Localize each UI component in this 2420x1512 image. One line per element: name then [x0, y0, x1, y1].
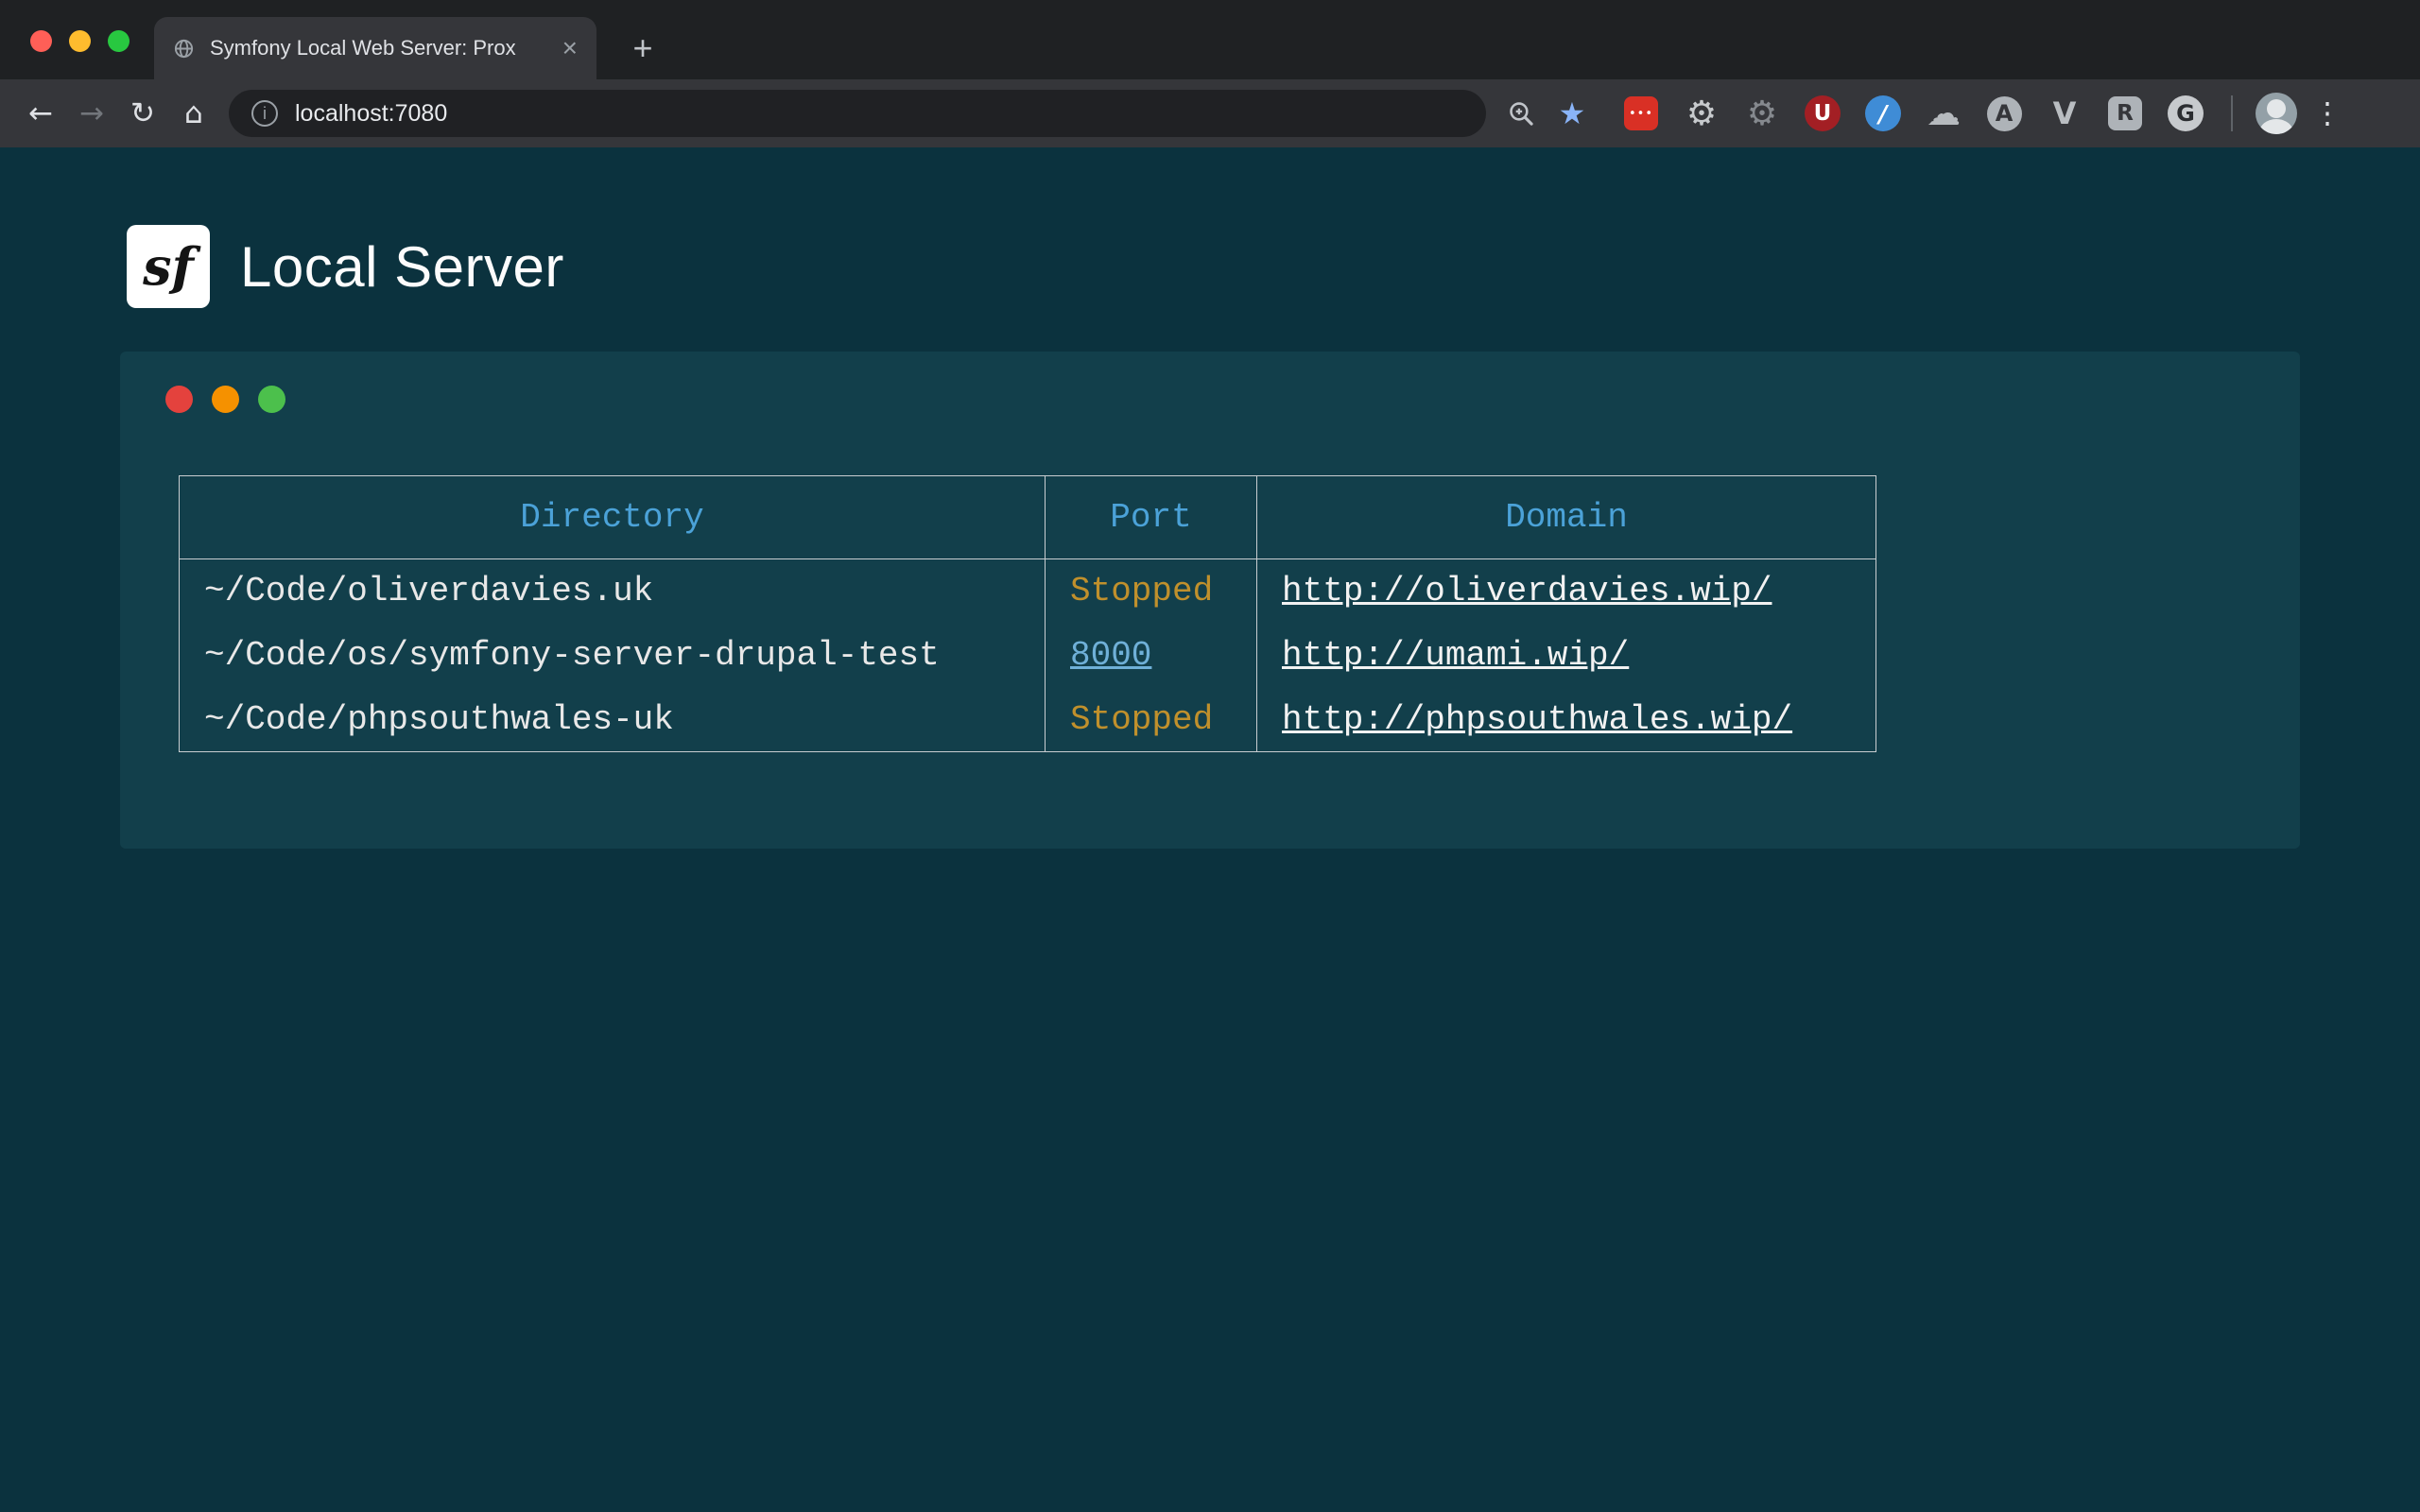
a-badge-extension-icon[interactable]: A: [1983, 93, 2025, 134]
titlebar: Symfony Local Web Server: Prox × +: [0, 0, 2420, 79]
ublock-extension-icon[interactable]: U: [1802, 93, 1843, 134]
domain-cell: http://oliverdavies.wip/: [1257, 559, 1876, 624]
home-button[interactable]: ⌂: [168, 88, 219, 139]
forward-button[interactable]: →: [66, 88, 117, 139]
column-header-domain: Domain: [1257, 476, 1876, 559]
browser-menu-icon[interactable]: ⋮: [2305, 96, 2350, 130]
zoom-icon[interactable]: [1495, 88, 1547, 139]
panel-orange-dot: [212, 386, 239, 413]
domain-link[interactable]: http://umami.wip/: [1282, 636, 1629, 675]
url-text[interactable]: localhost:7080: [295, 100, 447, 128]
browser-window: Symfony Local Web Server: Prox × + ← → ↻…: [0, 0, 2420, 147]
reload-button[interactable]: ↻: [117, 88, 168, 139]
panel-green-dot: [258, 386, 285, 413]
back-button[interactable]: ←: [15, 88, 66, 139]
servers-table: Directory Port Domain ~/Code/oliverdavie…: [179, 475, 1876, 752]
zoom-window-button[interactable]: [108, 30, 130, 52]
port-cell: 8000: [1046, 624, 1257, 688]
blue-circle-extension-icon[interactable]: /: [1862, 93, 1904, 134]
page-title: Local Server: [240, 234, 564, 300]
directory-cell: ~/Code/phpsouthwales-uk: [180, 688, 1046, 752]
table-row: ~/Code/oliverdavies.uk Stopped http://ol…: [180, 559, 1876, 624]
browser-tab[interactable]: Symfony Local Web Server: Prox ×: [154, 17, 596, 79]
bookmark-star-icon[interactable]: ★: [1547, 88, 1598, 139]
table-row: ~/Code/phpsouthwales-uk Stopped http://p…: [180, 688, 1876, 752]
toolbar-divider: [2231, 95, 2233, 131]
table-row: ~/Code/os/symfony-server-drupal-test 800…: [180, 624, 1876, 688]
gear-extension-icon[interactable]: ⚙: [1681, 93, 1722, 134]
brand-header: sf Local Server: [0, 147, 2420, 308]
address-bar[interactable]: i localhost:7080: [229, 90, 1486, 137]
toolbar: ← → ↻ ⌂ i localhost:7080 ★ ••• ⚙ ⚙ U / ☁…: [0, 79, 2420, 147]
tab-favicon-globe-icon: [173, 38, 195, 60]
table-header-row: Directory Port Domain: [180, 476, 1876, 559]
v-badge-extension-icon[interactable]: V: [2044, 93, 2085, 134]
github-extension-icon[interactable]: G: [2165, 93, 2206, 134]
new-tab-button[interactable]: +: [619, 25, 666, 72]
directory-cell: ~/Code/oliverdavies.uk: [180, 559, 1046, 624]
port-cell: Stopped: [1046, 559, 1257, 624]
status-badge: Stopped: [1070, 572, 1213, 610]
domain-cell: http://umami.wip/: [1257, 624, 1876, 688]
port-link[interactable]: 8000: [1070, 636, 1151, 675]
symfony-logo: sf: [127, 225, 210, 308]
status-badge: Stopped: [1070, 700, 1213, 739]
panel-traffic-dots: [165, 386, 2300, 413]
page-content: sf Local Server Directory Port Domain ~/…: [0, 147, 2420, 1512]
column-header-port: Port: [1046, 476, 1257, 559]
port-cell: Stopped: [1046, 688, 1257, 752]
panel-red-dot: [165, 386, 193, 413]
dark-gear-extension-icon[interactable]: ⚙: [1741, 93, 1783, 134]
tab-close-icon[interactable]: ×: [562, 35, 578, 61]
column-header-directory: Directory: [180, 476, 1046, 559]
domain-link[interactable]: http://oliverdavies.wip/: [1282, 572, 1772, 610]
server-panel: Directory Port Domain ~/Code/oliverdavie…: [120, 352, 2300, 849]
domain-cell: http://phpsouthwales.wip/: [1257, 688, 1876, 752]
red-dots-extension-icon[interactable]: •••: [1620, 93, 1662, 134]
square-badge-extension-icon[interactable]: R: [2104, 93, 2146, 134]
cloud-extension-icon[interactable]: ☁: [1923, 93, 1964, 134]
minimize-window-button[interactable]: [69, 30, 91, 52]
window-controls: [30, 30, 130, 52]
close-window-button[interactable]: [30, 30, 52, 52]
profile-avatar[interactable]: [2256, 93, 2297, 134]
tab-title: Symfony Local Web Server: Prox: [210, 36, 547, 60]
domain-link[interactable]: http://phpsouthwales.wip/: [1282, 700, 1792, 739]
extensions-row: ••• ⚙ ⚙ U / ☁ A V R G: [1611, 93, 2216, 134]
page-info-icon[interactable]: i: [251, 100, 278, 127]
directory-cell: ~/Code/os/symfony-server-drupal-test: [180, 624, 1046, 688]
